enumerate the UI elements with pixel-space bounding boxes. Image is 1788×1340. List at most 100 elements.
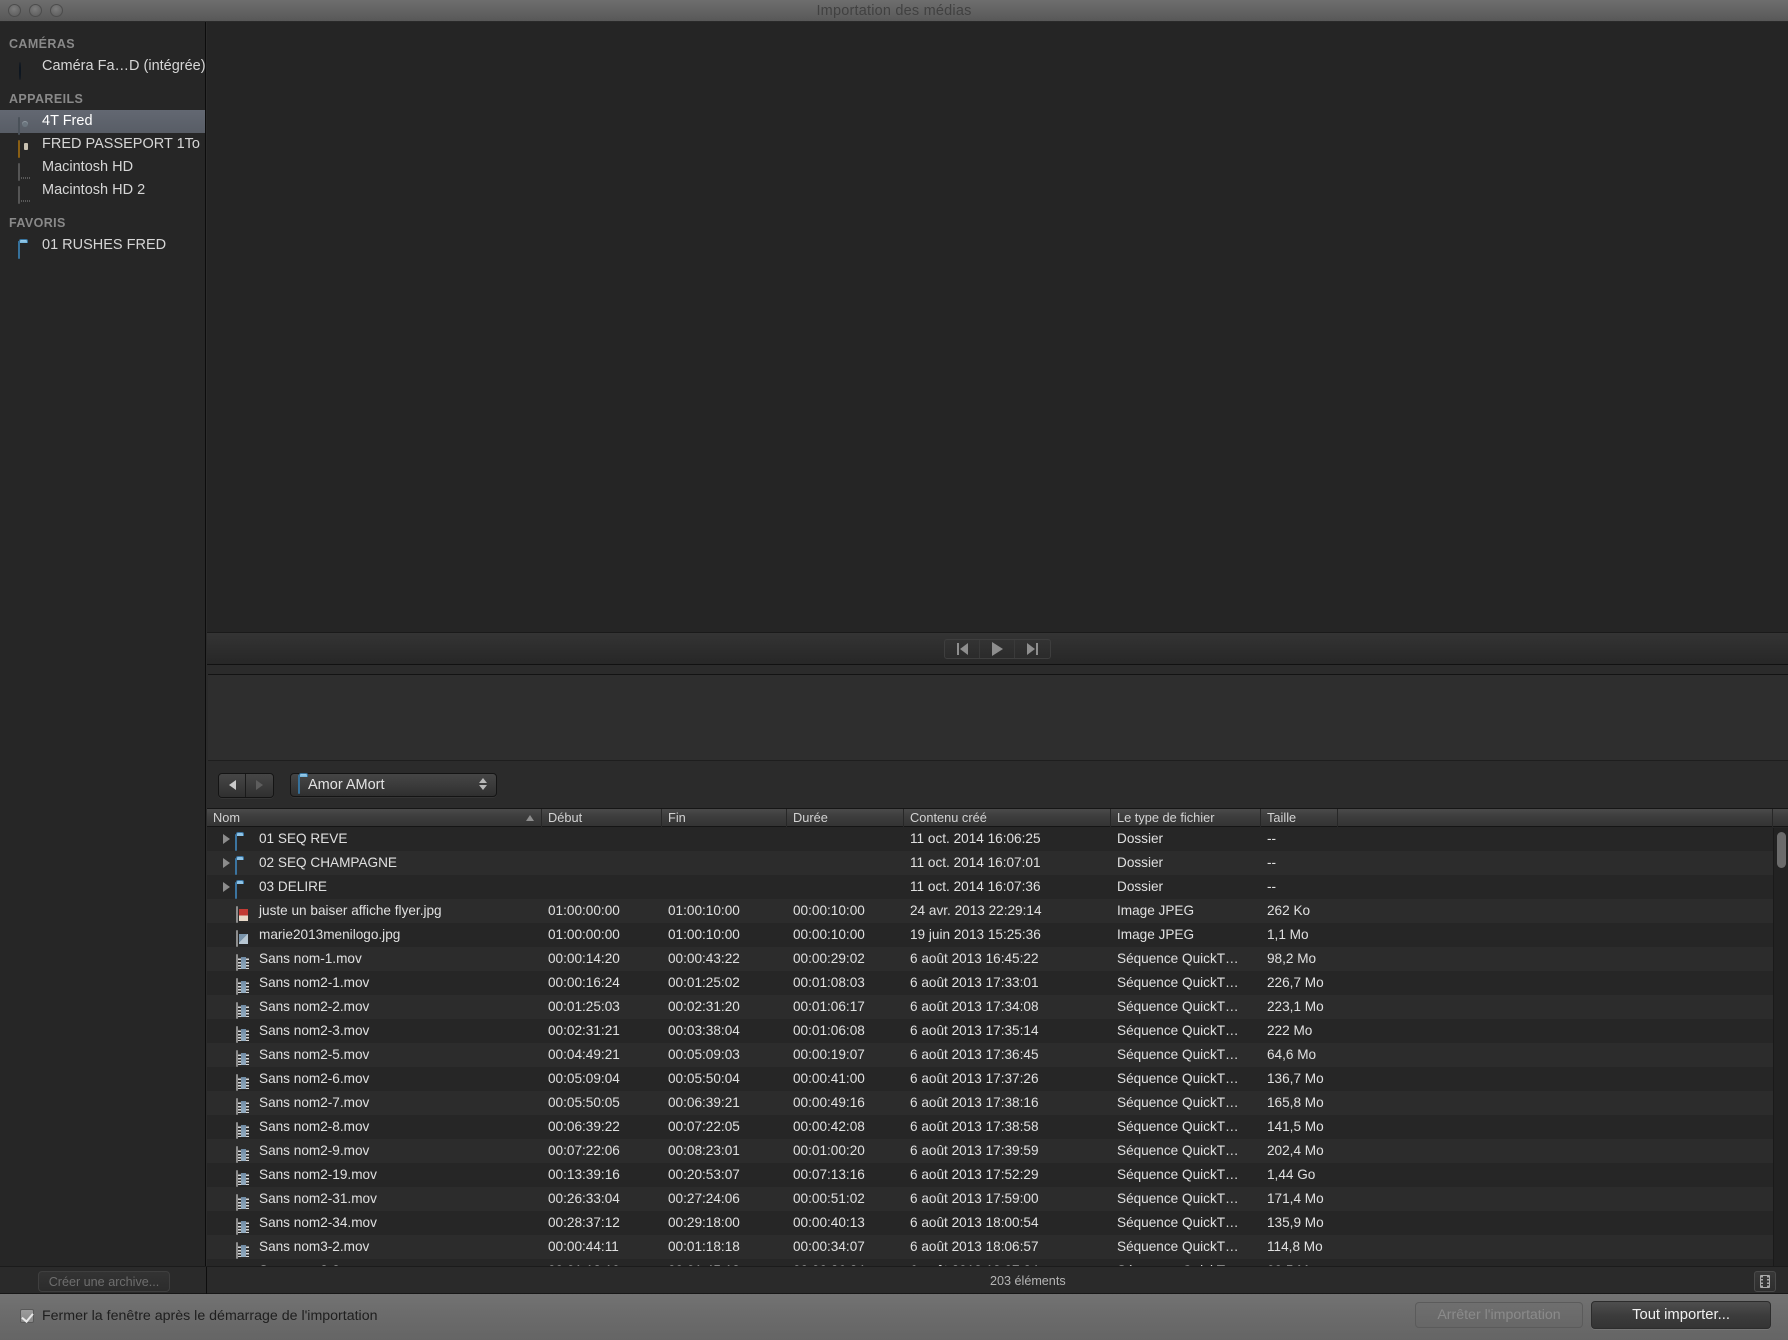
create-archive-button[interactable]: Créer une archive... — [38, 1271, 170, 1292]
forward-button[interactable] — [246, 773, 273, 797]
cell-duration: 00:00:10:00 — [793, 903, 865, 918]
disclosure-triangle-icon[interactable] — [217, 882, 235, 892]
filmstrip-band[interactable] — [207, 666, 1788, 762]
table-row[interactable]: 01 SEQ REVE 11 oct. 2014 16:06:25 Dossier -… — [207, 827, 1788, 851]
table-body[interactable]: 01 SEQ REVE 11 oct. 2014 16:06:25 Dossier -… — [207, 827, 1788, 1283]
sidebar-item-facetime-camera[interactable]: Caméra Fa…D (intégrée) — [0, 55, 205, 80]
table-row[interactable]: Sans nom2-9.mov 00:07:22:06 00:08:23:01 00:… — [207, 1139, 1788, 1163]
column-header-name[interactable]: Nom — [207, 809, 542, 827]
go-to-end-button[interactable] — [1015, 640, 1050, 658]
table-row[interactable]: 03 DELIRE 11 oct. 2014 16:07:36 Dossier -- — [207, 875, 1788, 899]
cell-created: 6 août 2013 17:52:29 — [910, 1167, 1039, 1182]
sidebar-item-macintosh-hd[interactable]: Macintosh HD — [0, 156, 205, 181]
table-row[interactable]: Sans nom2-5.mov 00:04:49:21 00:05:09:03 00:… — [207, 1043, 1788, 1067]
jpeg-icon — [235, 927, 252, 947]
cell-name: Sans nom2-8.mov — [207, 1115, 542, 1139]
movie-icon — [235, 1191, 252, 1211]
table-row[interactable]: Sans nom2-3.mov 00:02:31:21 00:03:38:04 00:… — [207, 1019, 1788, 1043]
file-name-label: 02 SEQ CHAMPAGNE — [259, 855, 397, 870]
go-to-start-button[interactable] — [945, 639, 980, 658]
column-header-start[interactable]: Début — [542, 809, 662, 827]
cell-duration: 00:00:34:07 — [793, 1239, 865, 1254]
scrollbar-thumb[interactable] — [1777, 832, 1786, 868]
table-row[interactable]: Sans nom2-8.mov 00:06:39:22 00:07:22:05 00:… — [207, 1115, 1788, 1139]
column-header-label: Début — [548, 810, 583, 825]
movie-icon — [235, 975, 252, 995]
sidebar-item-macintosh-hd-2[interactable]: Macintosh HD 2 — [0, 179, 205, 204]
cell-name: Sans nom2-3.mov — [207, 1019, 542, 1043]
file-browser[interactable]: Nom Début Fin Durée Contenu créé Le type de f… — [207, 808, 1788, 1288]
cell-end: 01:00:10:00 — [668, 927, 740, 942]
media-preview-area[interactable] — [207, 22, 1788, 633]
import-all-button[interactable]: Tout importer... — [1591, 1301, 1771, 1329]
cell-start: 00:00:16:24 — [548, 975, 620, 990]
column-header-size[interactable]: Taille — [1261, 809, 1338, 827]
table-row[interactable]: juste un baiser affiche flyer.jpg 01:00:0… — [207, 899, 1788, 923]
cell-name: 02 SEQ CHAMPAGNE — [207, 851, 542, 875]
cell-start: 00:05:09:04 — [548, 1071, 620, 1086]
harddisk-icon — [18, 115, 34, 135]
disclosure-triangle-icon[interactable] — [217, 834, 235, 844]
cell-start: 00:28:37:12 — [548, 1215, 620, 1230]
cell-size: 165,8 Mo — [1267, 1095, 1324, 1110]
main-panel: Amor AMort Nom Début Fin Durée Contenu créé L… — [207, 22, 1788, 1288]
divider — [206, 1267, 207, 1295]
table-row[interactable]: Sans nom2-7.mov 00:05:50:05 00:06:39:21 00:… — [207, 1091, 1788, 1115]
filmstrip-toggle-button[interactable] — [1754, 1271, 1776, 1292]
cell-created: 6 août 2013 17:34:08 — [910, 999, 1039, 1014]
checkmark-icon[interactable] — [20, 1309, 34, 1323]
internal-disk-icon — [18, 161, 34, 181]
stop-import-button[interactable]: Arrêter l'importation — [1415, 1302, 1583, 1328]
movie-icon — [235, 1023, 252, 1043]
cell-start: 00:05:50:05 — [548, 1095, 620, 1110]
cell-created: 6 août 2013 17:33:01 — [910, 975, 1039, 990]
column-header-end[interactable]: Fin — [662, 809, 787, 827]
sidebar-item-fred-passeport[interactable]: FRED PASSEPORT 1To — [0, 133, 205, 158]
file-name-label: Sans nom2-5.mov — [259, 1047, 370, 1062]
table-row[interactable]: Sans nom2-6.mov 00:05:09:04 00:05:50:04 00:… — [207, 1067, 1788, 1091]
file-name-label: Sans nom2-1.mov — [259, 975, 370, 990]
column-header-label: Le type de fichier — [1117, 810, 1215, 825]
column-header-label: Nom — [213, 810, 241, 825]
vertical-scrollbar[interactable] — [1773, 828, 1788, 1288]
play-button[interactable] — [980, 639, 1015, 658]
table-row[interactable]: Sans nom2-31.mov 00:26:33:04 00:27:24:06 00… — [207, 1187, 1788, 1211]
cell-name: Sans nom2-2.mov — [207, 995, 542, 1019]
table-row[interactable]: 02 SEQ CHAMPAGNE 11 oct. 2014 16:07:01 Dos… — [207, 851, 1788, 875]
cell-size: 171,4 Mo — [1267, 1191, 1324, 1206]
table-row[interactable]: Sans nom2-2.mov 00:01:25:03 00:02:31:20 00:… — [207, 995, 1788, 1019]
table-row[interactable]: marie2013menilogo.jpg 01:00:00:00 01:00:10… — [207, 923, 1788, 947]
sort-ascending-icon — [526, 815, 534, 821]
stepper-icon[interactable] — [479, 778, 487, 790]
file-name-label: Sans nom2-34.mov — [259, 1215, 377, 1230]
cell-start: 00:00:44:11 — [548, 1239, 619, 1254]
column-header-dur[interactable]: Durée — [787, 809, 904, 827]
column-header-date[interactable]: Contenu créé — [904, 809, 1111, 827]
disclosure-triangle-icon[interactable] — [217, 858, 235, 868]
folder-icon — [235, 831, 252, 851]
table-row[interactable]: Sans nom-1.mov 00:00:14:20 00:00:43:22 00:0… — [207, 947, 1788, 971]
cell-duration: 00:01:08:03 — [793, 975, 865, 990]
table-row[interactable]: Sans nom2-34.mov 00:28:37:12 00:29:18:00 00… — [207, 1211, 1788, 1235]
table-row[interactable]: Sans nom2-19.mov 00:13:39:16 00:20:53:07 00… — [207, 1163, 1788, 1187]
sidebar-item-4t-fred[interactable]: 4T Fred — [0, 110, 205, 135]
table-row[interactable]: Sans nom3-2.mov 00:00:44:11 00:01:18:18 00:… — [207, 1235, 1788, 1259]
cell-duration: 00:00:19:07 — [793, 1047, 865, 1062]
file-name-label: Sans nom2-31.mov — [259, 1191, 377, 1206]
column-header-blank[interactable] — [1338, 809, 1773, 827]
file-name-label: Sans nom2-19.mov — [259, 1167, 377, 1182]
folder-icon — [235, 855, 252, 875]
back-button[interactable] — [219, 773, 246, 797]
cell-duration: 00:00:41:00 — [793, 1071, 865, 1086]
table-row[interactable]: Sans nom2-1.mov 00:00:16:24 00:01:25:02 00:… — [207, 971, 1788, 995]
cell-name: Sans nom2-31.mov — [207, 1187, 542, 1211]
column-header-type[interactable]: Le type de fichier — [1111, 809, 1261, 827]
sidebar-item-01-rushes-fred[interactable]: 01 RUSHES FRED — [0, 234, 205, 259]
cell-end: 00:05:50:04 — [668, 1071, 740, 1086]
cell-end — [662, 875, 787, 899]
folder-popup-button[interactable]: Amor AMort — [290, 773, 497, 797]
cell-duration — [787, 851, 904, 875]
cell-start: 00:06:39:22 — [548, 1119, 620, 1134]
cell-end: 00:06:39:21 — [668, 1095, 740, 1110]
close-after-import-checkbox[interactable]: Fermer la fenêtre après le démarrage de … — [20, 1308, 378, 1324]
